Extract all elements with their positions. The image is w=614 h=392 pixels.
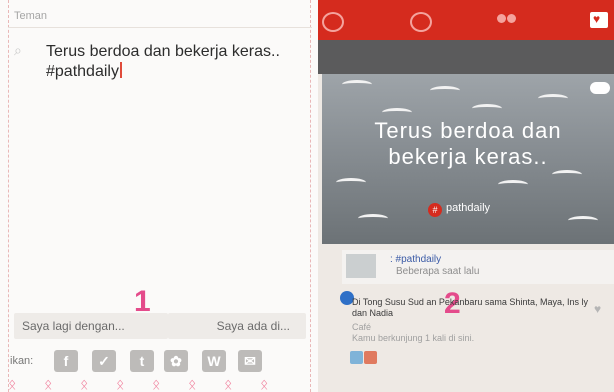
hash-icon: # — [428, 203, 442, 217]
top-nav-bar: ♥ — [318, 0, 614, 40]
location-button[interactable]: Saya ada di... — [168, 313, 306, 339]
compose-panel: Teman ⌕ Terus berdoa dan bekerja keras..… — [0, 0, 318, 392]
user-avatar-icon: ⌕ — [14, 42, 22, 58]
flickr-icon[interactable]: ✿ — [164, 350, 188, 372]
with-friends-label: Saya lagi dengan... — [22, 319, 125, 333]
photo-caption: Terus berdoa dan bekerja keras.. — [322, 118, 614, 170]
feed-panel: ♥ Terus berdoa dan bekerja keras.. # path… — [318, 0, 614, 392]
moment-photo[interactable]: Terus berdoa dan bekerja keras.. # pathda… — [322, 74, 614, 244]
decorative-pattern: ᛟᛟᛟᛟᛟᛟᛟᛟ — [8, 376, 269, 392]
globe-icon[interactable] — [410, 12, 432, 32]
checkin-visits: Kamu berkunjung 1 kali di sini. — [352, 333, 475, 343]
twitter-icon[interactable]: ✓ — [92, 350, 116, 372]
checkin-text: Di Tong Susu Sud an Pekanbaru sama Shint… — [352, 297, 588, 318]
checkin-category: Café — [352, 322, 372, 332]
compose-text-field[interactable]: Terus berdoa dan bekerja keras.. #pathda… — [46, 42, 306, 82]
compose-text-line-1: Terus berdoa dan bekerja keras.. — [46, 43, 280, 60]
divider — [8, 27, 312, 28]
more-options-icon[interactable] — [590, 82, 610, 94]
teman-label: Teman — [14, 10, 48, 22]
clock-icon[interactable] — [322, 12, 344, 32]
moment-meta-card[interactable]: : #pathdaily Beberapa saat lalu — [342, 250, 614, 284]
tumblr-icon[interactable]: t — [130, 350, 154, 372]
sticker-reactions[interactable] — [350, 351, 380, 365]
share-label: ikan: — [10, 355, 34, 367]
email-icon[interactable]: ✉ — [238, 350, 262, 372]
right-dashed-border — [310, 0, 312, 392]
heart-icon[interactable]: ♥ — [590, 12, 608, 28]
text-caret — [119, 62, 122, 78]
moment-thumbnail — [346, 254, 376, 278]
checkin-card[interactable]: Di Tong Susu Sud an Pekanbaru sama Shint… — [340, 291, 614, 375]
previous-moment-strip — [318, 40, 614, 74]
photo-caption-line-1: Terus berdoa dan — [374, 118, 562, 143]
with-friends-button[interactable]: Saya lagi dengan... — [14, 313, 168, 339]
location-label: Saya ada di... — [216, 319, 290, 333]
wordpress-icon[interactable]: W — [202, 350, 226, 372]
compose-text-line-2: #pathdaily — [46, 63, 119, 80]
photo-caption-line-2: bekerja keras.. — [388, 144, 548, 169]
moment-meta-title: : #pathdaily — [390, 254, 442, 265]
moment-meta-time: Beberapa saat lalu — [396, 266, 480, 277]
like-heart-icon[interactable]: ♥ — [594, 302, 601, 316]
sticker-icon — [350, 351, 363, 364]
sticker-heart-icon — [364, 351, 377, 364]
facebook-icon[interactable]: f — [54, 350, 78, 372]
hashtag-label: pathdaily — [446, 202, 491, 214]
left-dashed-border — [8, 0, 10, 392]
friends-icon[interactable] — [496, 12, 516, 28]
hashtag-badge[interactable]: # pathdaily — [428, 202, 490, 217]
